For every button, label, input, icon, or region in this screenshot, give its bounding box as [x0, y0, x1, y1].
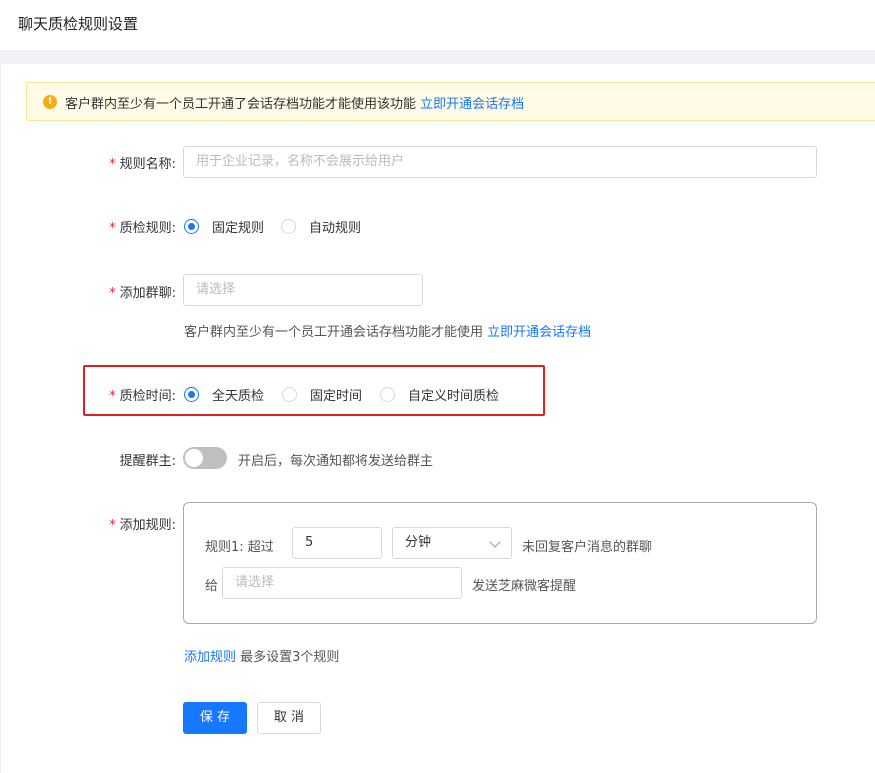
check-time-row: * 质检时间: 全天质检 固定时间 自定义时间质检: [0, 384, 875, 404]
timeout-value-input[interactable]: 5: [292, 527, 382, 559]
rule-type-row: * 质检规则: 固定规则 自动规则: [0, 216, 875, 236]
radio-auto-rule[interactable]: 自动规则: [281, 217, 361, 236]
required-mark: *: [109, 518, 116, 533]
notice-message: 客户群内至少有一个员工开通了会话存档功能才能使用该功能: [65, 97, 417, 112]
rule-name-input[interactable]: 用于企业记录，名称不会展示给用户: [183, 146, 817, 178]
group-chat-select[interactable]: 请选择: [183, 274, 423, 306]
notice-banner: ! 客户群内至少有一个员工开通了会话存档功能才能使用该功能 立即开通会话存档: [26, 82, 875, 121]
check-time-label: * 质检时间:: [109, 389, 176, 404]
remind-owner-hint: 开启后，每次通知都将发送给群主: [238, 454, 434, 469]
switch-knob: [185, 449, 203, 467]
add-rules-label: * 添加规则:: [109, 518, 176, 533]
group-chat-label: * 添加群聊:: [109, 286, 176, 301]
notice-text: 客户群内至少有一个员工开通了会话存档功能才能使用该功能 立即开通会话存档: [65, 93, 524, 112]
chevron-down-icon: [489, 536, 501, 548]
add-rule-area: 添加规则 最多设置3个规则: [184, 646, 339, 665]
warning-icon: !: [43, 95, 57, 109]
required-mark: *: [109, 157, 116, 172]
page-title: 聊天质检规则设置: [18, 15, 139, 33]
rule1-to-label: 给: [205, 579, 219, 594]
rule-type-label: * 质检规则:: [109, 221, 176, 236]
rule-name-row: * 规则名称: 用于企业记录，名称不会展示给用户: [0, 146, 875, 178]
radio-unchecked-icon: [282, 387, 298, 402]
remind-owner-switch[interactable]: [183, 447, 227, 469]
radio-custom-time[interactable]: 自定义时间质检: [380, 385, 499, 404]
rule-type-radio-group: 固定规则 自动规则: [184, 217, 379, 236]
check-time-radio-group: 全天质检 固定时间 自定义时间质检: [184, 385, 517, 404]
radio-unchecked-icon: [380, 387, 396, 402]
save-button[interactable]: 保 存: [183, 702, 247, 734]
radio-all-day[interactable]: 全天质检: [184, 385, 264, 404]
rule1-prefix: 规则1: 超过: [205, 540, 274, 555]
radio-unchecked-icon: [281, 219, 297, 234]
radio-fixed-rule[interactable]: 固定规则: [184, 217, 264, 236]
rule1-suffix: 未回复客户消息的群聊: [522, 540, 653, 555]
header-divider: [0, 50, 875, 64]
radio-checked-icon: [184, 387, 199, 402]
required-mark: *: [109, 389, 116, 404]
rule-box: 规则1: 超过 5 分钟 未回复客户消息的群聊 给 请选择 发送芝麻微客提醒: [183, 502, 817, 624]
remind-owner-label: 提醒群主:: [119, 454, 176, 469]
radio-checked-icon: [184, 219, 199, 234]
group-chat-hint: 客户群内至少有一个员工开通会话存档功能才能使用 立即开通会话存档: [184, 325, 592, 340]
remind-owner-row: 提醒群主: 开启后，每次通知都将发送给群主: [0, 447, 875, 469]
radio-fixed-time[interactable]: 固定时间: [282, 385, 362, 404]
required-mark: *: [109, 286, 116, 301]
open-archive-link[interactable]: 立即开通会话存档: [420, 97, 524, 112]
open-archive-link-2[interactable]: 立即开通会话存档: [487, 325, 591, 340]
add-rule-hint: 最多设置3个规则: [240, 650, 340, 665]
add-rule-link[interactable]: 添加规则: [184, 650, 236, 665]
page-header: 聊天质检规则设置: [0, 0, 875, 50]
rule-name-label: * 规则名称:: [109, 157, 176, 172]
remind-target-select[interactable]: 请选择: [222, 567, 462, 599]
rule1-action: 发送芝麻微客提醒: [472, 579, 577, 594]
group-chat-row: * 添加群聊: 请选择 客户群内至少有一个员工开通会话存档功能才能使用 立即开通会…: [0, 274, 875, 344]
required-mark: *: [109, 221, 116, 236]
time-unit-select[interactable]: 分钟: [392, 527, 512, 559]
cancel-button[interactable]: 取 消: [257, 702, 321, 734]
